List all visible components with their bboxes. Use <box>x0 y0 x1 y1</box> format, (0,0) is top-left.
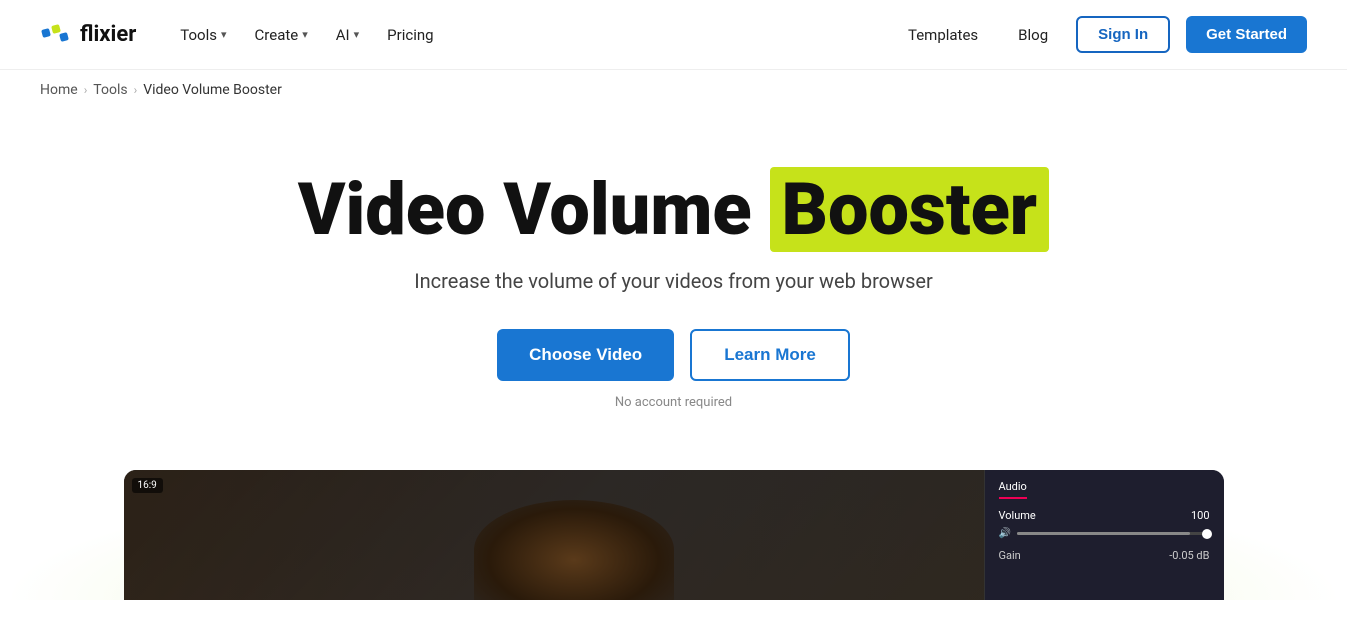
gain-value: -0.05 dB <box>1169 549 1209 562</box>
nav-ai[interactable]: AI ▾ <box>324 18 371 52</box>
aspect-badge: 16:9 <box>132 478 163 493</box>
logo-text: flixier <box>80 22 136 47</box>
nav-templates[interactable]: Templates <box>896 18 990 52</box>
tools-chevron-icon: ▾ <box>221 28 227 41</box>
nav-create[interactable]: Create ▾ <box>243 18 320 52</box>
nav-links: Tools ▾ Create ▾ AI ▾ Pricing <box>168 18 445 52</box>
volume-label: Volume <box>999 509 1036 522</box>
hero-section: Video Volume Booster Increase the volume… <box>0 110 1347 440</box>
volume-label-row: Volume 100 <box>999 509 1210 522</box>
breadcrumb-tools[interactable]: Tools <box>93 82 127 98</box>
nav-right: Templates Blog Sign In Get Started <box>896 16 1307 53</box>
breadcrumb-sep-1: › <box>84 83 88 97</box>
ai-chevron-icon: ▾ <box>354 28 360 41</box>
video-preview-wrapper: 16:9 Audio Volume 100 🔊 Gain -0.05 dB <box>0 470 1347 600</box>
hero-title-part1: Video Volume <box>298 167 752 252</box>
signin-button[interactable]: Sign In <box>1076 16 1170 53</box>
getstarted-button[interactable]: Get Started <box>1186 16 1307 53</box>
hero-subtitle: Increase the volume of your videos from … <box>414 269 933 293</box>
breadcrumb-home[interactable]: Home <box>40 82 78 98</box>
breadcrumb: Home › Tools › Video Volume Booster <box>0 70 1347 110</box>
volume-slider-fill <box>1017 532 1190 535</box>
hero-title: Video Volume Booster <box>298 170 1049 249</box>
gain-label: Gain <box>999 549 1021 562</box>
volume-slider-track[interactable] <box>1017 532 1210 535</box>
navbar: flixier Tools ▾ Create ▾ AI ▾ Pricing Te… <box>0 0 1347 70</box>
panel-tab-bar: Audio <box>999 480 1210 499</box>
nav-pricing[interactable]: Pricing <box>375 18 445 52</box>
gain-label-row: Gain -0.05 dB <box>999 549 1210 562</box>
breadcrumb-sep-2: › <box>134 83 138 97</box>
learn-more-button[interactable]: Learn More <box>690 329 850 381</box>
nav-tools[interactable]: Tools ▾ <box>168 18 238 52</box>
choose-video-button[interactable]: Choose Video <box>497 329 674 381</box>
volume-icon: 🔊 <box>999 528 1011 539</box>
video-silhouette <box>474 500 674 600</box>
volume-value: 100 <box>1191 509 1210 522</box>
video-preview: 16:9 Audio Volume 100 🔊 Gain -0.05 dB <box>124 470 1224 600</box>
panel-tab-audio[interactable]: Audio <box>999 480 1027 499</box>
nav-left: flixier Tools ▾ Create ▾ AI ▾ Pricing <box>40 18 446 52</box>
volume-slider-thumb <box>1202 529 1212 539</box>
breadcrumb-current: Video Volume Booster <box>143 82 282 98</box>
volume-slider-row: 🔊 <box>999 528 1210 539</box>
create-chevron-icon: ▾ <box>302 28 308 41</box>
hero-buttons: Choose Video Learn More <box>497 329 850 381</box>
hero-title-highlight: Booster <box>770 167 1050 252</box>
nav-blog[interactable]: Blog <box>1006 18 1060 52</box>
video-main-area: 16:9 <box>124 470 984 600</box>
logo[interactable]: flixier <box>40 19 136 51</box>
video-panel: Audio Volume 100 🔊 Gain -0.05 dB <box>984 470 1224 600</box>
no-account-text: No account required <box>615 395 732 410</box>
